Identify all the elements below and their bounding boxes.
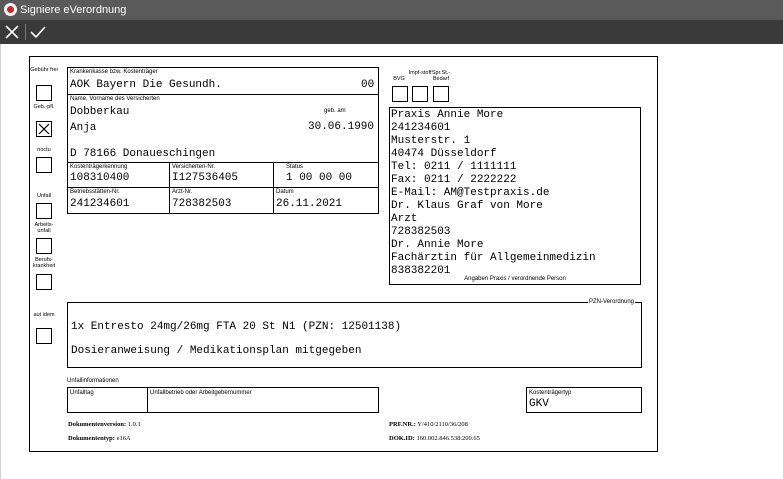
app-logo-icon (4, 3, 17, 16)
noctu-label: noctu (37, 147, 51, 153)
bvg-checkbox[interactable] (392, 86, 408, 102)
berufskrankheit-checkbox[interactable] (36, 274, 52, 290)
divider (147, 388, 148, 412)
arbeitsunfall-checkbox[interactable] (36, 238, 52, 254)
praxis-line: E-Mail: AM@Testpraxis.de (391, 187, 550, 199)
unfalltag-label: Unfalltag (70, 390, 94, 396)
dokversion-value: 1.0.1 (127, 421, 141, 428)
praxis-line: 241234601 (391, 122, 451, 134)
versnr-value: I127536405 (172, 172, 239, 184)
divider (68, 162, 378, 163)
kostentraeger-label: Kostenträgerkennung (70, 164, 128, 170)
toolbar (0, 20, 783, 44)
bsnr-value: 241234601 (70, 198, 130, 210)
divider (68, 94, 378, 95)
aut-idem-label: aut idem (33, 312, 55, 318)
kostentraegertyp-block: Kostenträgertyp GKV (526, 387, 642, 413)
praxis-line: 40474 Düsseldorf (391, 148, 497, 160)
geburtsdatum-value: 30.06.1990 (308, 121, 375, 133)
praxis-line: Dr. Annie More (391, 239, 484, 251)
praxis-line: Musterstr. 1 (391, 135, 471, 147)
spr-st-bedarf-label: Spr.St.-Bedarf (431, 70, 451, 82)
praxis-line: 728382503 (391, 226, 451, 238)
praxis-line: Arzt (391, 213, 418, 225)
geb-label: geb. am (324, 108, 346, 114)
prescription-form: Gebühr frei Geb.-pfl. noctu Unfall Arbei… (29, 56, 658, 452)
aut-idem-checkbox[interactable] (36, 328, 52, 344)
kasse-value: AOK Bayern Die Gesundh. (70, 79, 222, 91)
dokid-label: DOK.ID: (389, 435, 415, 442)
praxis-line: Tel: 0211 / 1111111 (391, 161, 517, 173)
dokversion-row: Dokumentenversion: 1.0.1 (68, 421, 141, 428)
verordnung-line-1: 1x Entresto 24mg/26mg FTA 20 St N1 (PZN:… (71, 321, 402, 333)
versnr-label: Versicherten-Nr. (172, 164, 216, 170)
vorname-value: Anja (70, 122, 97, 134)
unfallbetrieb-label: Unfallbetrieb oder Arbeitgebernummer (150, 390, 252, 396)
geb-pfl-label: Geb.-pfl. (33, 104, 55, 110)
praxis-caption: Angaben Praxis / verordnende Person (464, 276, 566, 282)
verordnung-block: PZN-Verordnung 1x Entresto 24mg/26mg FTA… (67, 299, 642, 368)
kasse-label: Krankenkasse bzw. Kostenträger (70, 69, 158, 75)
praxis-block: Praxis Annie More 241234601 Musterstr. 1… (389, 107, 641, 285)
bsnr-label: Betriebsstätten-Nr. (70, 189, 120, 195)
kostentraeger-value: 108310400 (70, 172, 130, 184)
cancel-button[interactable] (0, 20, 24, 44)
bvg-label: BVG (393, 76, 405, 82)
berufskrankheit-label: Berufs-krankheit (32, 257, 56, 269)
datum-value: 26.11.2021 (276, 198, 343, 210)
patient-block: Krankenkasse bzw. Kostenträger AOK Bayer… (67, 67, 379, 214)
unfall-section-label: Unfallinformationen (67, 378, 119, 384)
kostentraegertyp-label: Kostenträgertyp (529, 390, 572, 396)
arztnr-label: Arzt-Nr. (172, 189, 193, 195)
noctu-checkbox[interactable] (36, 157, 52, 173)
confirm-button[interactable] (26, 20, 50, 44)
status-label: Status (286, 164, 304, 170)
prf-label: PRF.NR.: (389, 421, 416, 428)
dokid-row: DOK.ID: 160.002.846.538.200.65 (389, 435, 480, 442)
unfall-checkbox[interactable] (36, 203, 52, 219)
doktyp-label: Dokumententyp: (68, 435, 115, 442)
divider (68, 187, 378, 188)
name-label: Name, Vorname des Versicherten (70, 96, 160, 102)
close-icon (5, 25, 19, 39)
adresse-value: D 78166 Donaueschingen (70, 148, 216, 160)
prf-row: PRF.NR.: Y/410/2110/36/208 (389, 421, 468, 428)
gebuehr-frei-checkbox[interactable] (36, 85, 52, 101)
gebuehr-frei-label: Gebühr frei (30, 67, 58, 73)
impfstoff-checkbox[interactable] (412, 86, 428, 102)
prf-value: Y/410/2110/36/208 (417, 421, 468, 428)
kostentraegertyp-value: GKV (529, 398, 549, 410)
nachname-value: Dobberkau (70, 106, 130, 118)
praxis-line: Fachärztin für Allgemeinmedizin (391, 252, 596, 264)
kasse-code: 00 (361, 79, 375, 91)
doktyp-row: Dokumententyp: e16A (68, 435, 131, 442)
dokversion-label: Dokumentenversion: (68, 421, 127, 428)
praxis-line: Dr. Klaus Graf von More (391, 200, 543, 212)
praxis-line: Praxis Annie More (391, 109, 504, 121)
datum-label: Datum (276, 189, 294, 195)
arztnr-value: 728382503 (172, 198, 232, 210)
praxis-line: Fax: 0211 / 2222222 (391, 174, 517, 186)
verordnung-line-2: Dosieranweisung / Medikationsplan mitgeg… (71, 345, 362, 357)
title-bar: Signiere eVerordnung (0, 0, 783, 20)
checkmark-x-icon (38, 123, 50, 135)
geb-pfl-checkbox[interactable] (36, 121, 52, 137)
spr-st-bedarf-checkbox[interactable] (433, 86, 449, 102)
unfall-block: Unfalltag Unfallbetrieb oder Arbeitgeber… (67, 387, 379, 413)
arbeitsunfall-label: Arbeits-unfall (34, 222, 54, 234)
window-border (0, 44, 1, 479)
status-value: 1 00 00 00 (286, 172, 353, 184)
verordnung-label: PZN-Verordnung (588, 299, 636, 306)
praxis-lines: Praxis Annie More 241234601 Musterstr. 1… (391, 109, 596, 278)
dokid-value: 160.002.846.538.200.65 (416, 435, 480, 442)
doktyp-value: e16A (116, 435, 131, 442)
unfall-label: Unfall (36, 193, 52, 199)
check-icon (30, 26, 46, 39)
window-title: Signiere eVerordnung (20, 4, 127, 16)
